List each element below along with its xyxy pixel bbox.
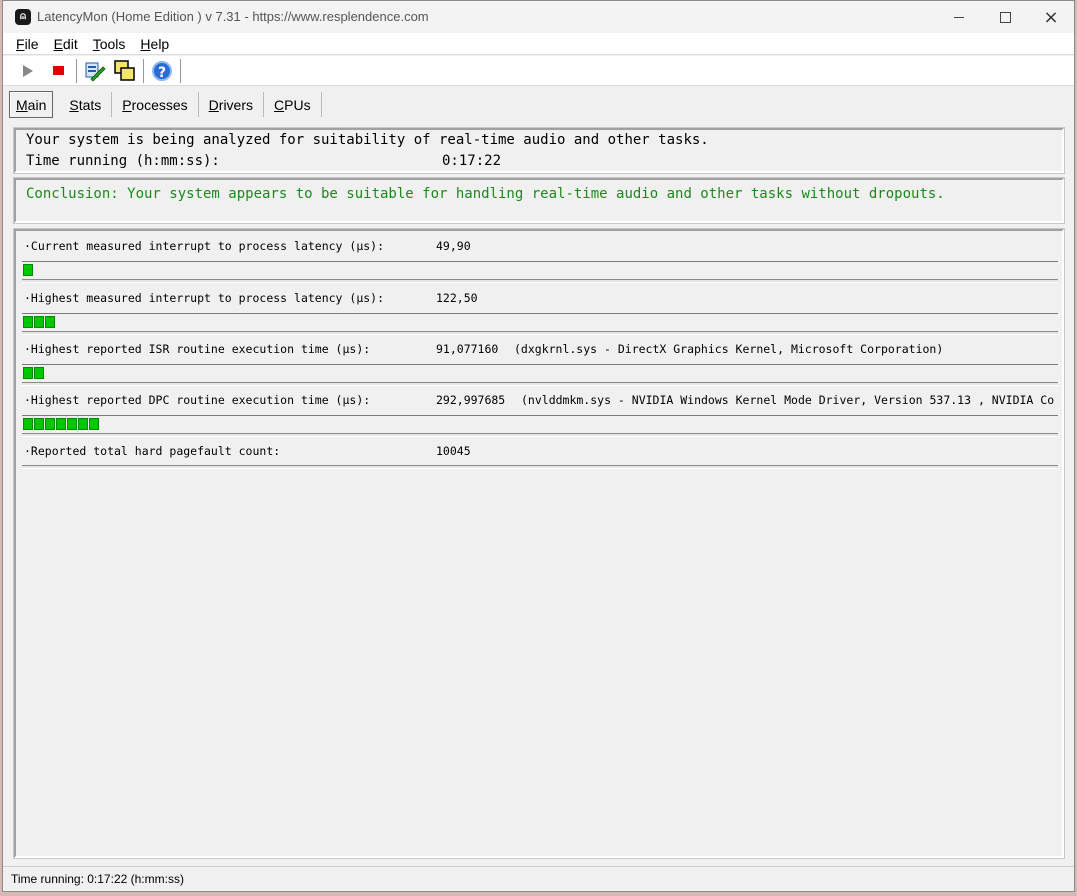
stop-icon	[52, 66, 64, 75]
tab-cpus[interactable]: CPUs	[264, 91, 322, 117]
divider	[22, 382, 1058, 386]
window-title: LatencyMon (Home Edition ) v 7.31 - http…	[37, 9, 429, 24]
menu-bar: File Edit Tools Help	[3, 33, 1074, 55]
conclusion-text: Conclusion: Your system appears to be su…	[26, 186, 945, 202]
stop-button[interactable]	[45, 58, 71, 84]
metric-value: 49,90	[436, 239, 471, 253]
minimize-button[interactable]	[936, 1, 982, 33]
bar-segment	[23, 367, 33, 379]
close-icon: ×	[1043, 6, 1059, 28]
bar-segment	[23, 316, 33, 328]
metric-value: 91,077160	[436, 342, 499, 356]
menu-help[interactable]: Help	[137, 36, 172, 52]
latency-bar	[22, 313, 1058, 329]
bar-fill	[23, 315, 56, 329]
metric-label: ·Highest reported DPC routine execution …	[24, 393, 371, 407]
metric-label: ·Current measured interrupt to process l…	[24, 239, 385, 253]
bar-segment	[34, 316, 44, 328]
tab-drivers[interactable]: Drivers	[199, 91, 265, 117]
metrics-panel: ·Current measured interrupt to process l…	[13, 228, 1065, 859]
metric-label: ·Highest reported ISR routine execution …	[24, 342, 371, 356]
metric-value: 122,50	[436, 291, 478, 305]
bar-segment	[67, 418, 77, 430]
status-bar-text: Time running: 0:17:22 (h:mm:ss)	[11, 872, 184, 886]
time-running-value: 0:17:22	[442, 153, 502, 169]
status-panel: Your system is being analyzed for suitab…	[13, 127, 1065, 174]
metric-driver-info: (nvlddmkm.sys - NVIDIA Windows Kernel Mo…	[521, 393, 1055, 407]
copy-windows-icon	[114, 59, 135, 81]
title-bar: ⍝ LatencyMon (Home Edition ) v 7.31 - ht…	[3, 1, 1074, 33]
help-button[interactable]: ?	[149, 58, 175, 84]
metric-value: 292,997685	[436, 393, 506, 407]
start-button[interactable]	[15, 58, 41, 84]
toolbar-separator	[180, 58, 181, 83]
metric-label: ·Highest measured interrupt to process l…	[24, 291, 385, 305]
tab-strip: Main Stats Processes Drivers CPUs	[9, 90, 322, 118]
menu-file[interactable]: File	[13, 36, 42, 52]
latency-bar	[22, 364, 1058, 380]
bar-fill	[23, 263, 34, 277]
bar-fill	[23, 417, 100, 431]
bar-segment	[23, 264, 33, 276]
report-icon	[85, 62, 106, 82]
play-icon	[23, 64, 33, 77]
status-bar: Time running: 0:17:22 (h:mm:ss)	[3, 866, 1074, 891]
menu-tools[interactable]: Tools	[90, 36, 129, 52]
status-message: Your system is being analyzed for suitab…	[26, 132, 709, 148]
app-icon: ⍝	[15, 9, 31, 25]
report-button[interactable]	[82, 58, 108, 84]
bar-segment	[45, 418, 55, 430]
divider	[22, 279, 1058, 283]
maximize-icon	[999, 11, 1011, 23]
minimize-icon	[954, 16, 964, 18]
maximize-button[interactable]	[982, 1, 1028, 33]
latency-bar	[22, 415, 1058, 431]
close-button[interactable]: ×	[1028, 1, 1074, 33]
app-window: ⍝ LatencyMon (Home Edition ) v 7.31 - ht…	[2, 0, 1075, 892]
divider	[22, 465, 1058, 469]
toolbar: ?	[3, 56, 1074, 86]
bar-segment	[89, 418, 99, 430]
conclusion-panel: Conclusion: Your system appears to be su…	[13, 177, 1065, 224]
divider	[22, 433, 1058, 437]
menu-edit[interactable]: Edit	[51, 36, 81, 52]
bar-fill	[23, 366, 45, 380]
bar-segment	[45, 316, 55, 328]
time-running-label: Time running (h:mm:ss):	[26, 153, 220, 169]
tab-stats[interactable]: Stats	[59, 91, 113, 117]
help-icon: ?	[152, 60, 172, 81]
bar-segment	[56, 418, 66, 430]
latency-bar	[22, 261, 1058, 277]
toolbar-separator	[76, 58, 77, 83]
metric-driver-info: (dxgkrnl.sys - DirectX Graphics Kernel, …	[514, 342, 944, 356]
bar-segment	[34, 367, 44, 379]
windows-button[interactable]	[112, 58, 138, 84]
bar-segment	[23, 418, 33, 430]
tab-processes[interactable]: Processes	[112, 91, 199, 117]
metric-value: 10045	[436, 444, 471, 458]
toolbar-separator	[143, 58, 144, 83]
tab-main[interactable]: Main	[9, 90, 54, 118]
metric-label: ·Reported total hard pagefault count:	[24, 444, 281, 458]
bar-segment	[34, 418, 44, 430]
bar-segment	[78, 418, 88, 430]
divider	[22, 331, 1058, 335]
